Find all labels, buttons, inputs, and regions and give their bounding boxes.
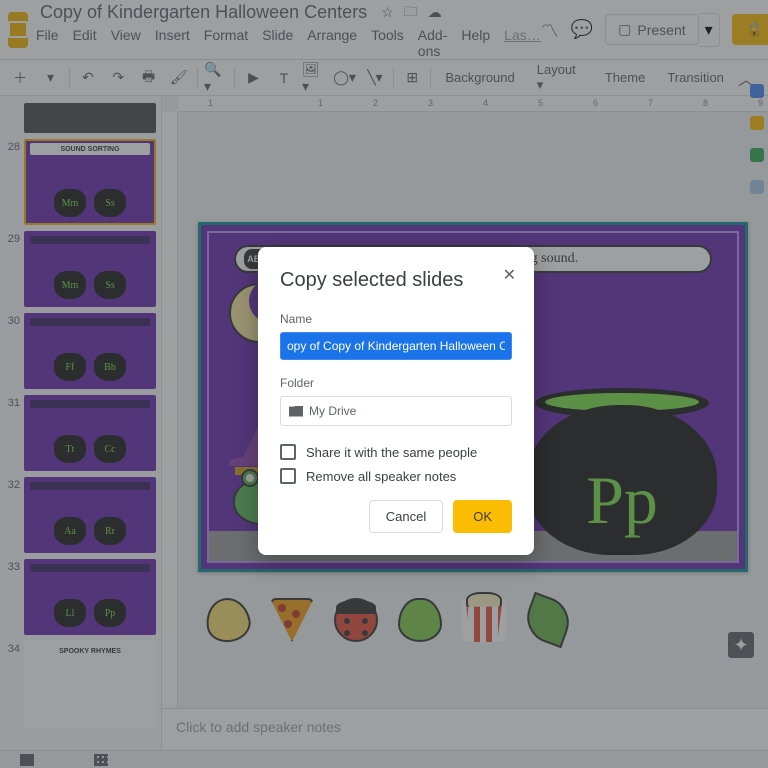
name-input[interactable] bbox=[280, 332, 512, 360]
dialog-close-icon[interactable]: ✕ bbox=[503, 265, 516, 285]
name-label: Name bbox=[280, 312, 512, 326]
app-root: Copy of Kindergarten Halloween Centers ☆… bbox=[0, 0, 768, 768]
share-same-people-checkbox[interactable]: Share it with the same people bbox=[280, 444, 512, 460]
folder-value: My Drive bbox=[309, 404, 356, 418]
checkbox-icon bbox=[280, 468, 296, 484]
cancel-button[interactable]: Cancel bbox=[369, 500, 443, 533]
folder-label: Folder bbox=[280, 376, 512, 390]
folder-icon bbox=[289, 406, 303, 417]
checkbox-icon bbox=[280, 444, 296, 460]
ok-button[interactable]: OK bbox=[453, 500, 512, 533]
dialog-title: Copy selected slides bbox=[280, 269, 512, 292]
copy-slides-dialog: ✕ Copy selected slides Name Folder My Dr… bbox=[258, 247, 534, 555]
folder-picker[interactable]: My Drive bbox=[280, 396, 512, 426]
remove-notes-checkbox[interactable]: Remove all speaker notes bbox=[280, 468, 512, 484]
